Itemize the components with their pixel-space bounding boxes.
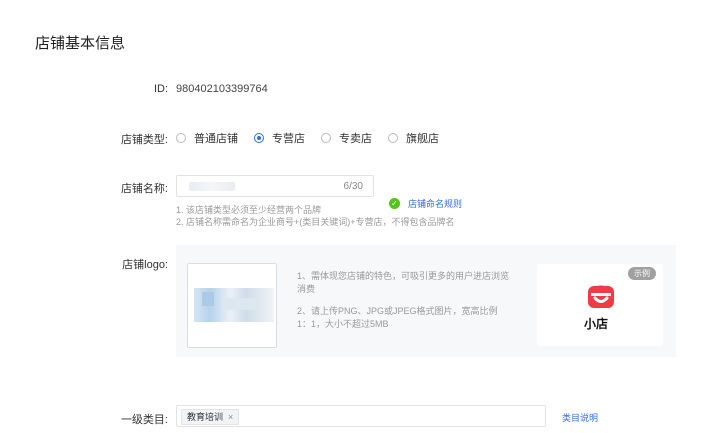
radio-specialty-store[interactable]: 专营店 [254, 130, 305, 146]
radio-circle [321, 133, 331, 143]
shop-name-input[interactable]: 6/30 [176, 175, 374, 197]
tag-close-icon[interactable]: × [228, 410, 233, 424]
id-label: ID: [153, 83, 168, 95]
radio-label: 旗舰店 [406, 133, 439, 145]
category-tag: 教育培训 × [181, 409, 240, 425]
naming-rules-text: 店铺命名规则 [408, 199, 463, 209]
radio-label: 普通店铺 [194, 133, 238, 145]
radio-label: 专营店 [272, 133, 305, 145]
shop-logo-label: 店铺logo: [122, 259, 168, 271]
uploaded-logo-preview [194, 288, 274, 322]
example-badge: 示例 [628, 267, 656, 280]
logo-upload-box[interactable] [187, 263, 277, 348]
naming-rules-link[interactable]: ✓ 店铺命名规则 [389, 197, 462, 210]
category-help-link[interactable]: 类目说明 [562, 411, 598, 424]
radio-exclusive-store[interactable]: 专卖店 [321, 130, 372, 146]
radio-label: 专卖店 [339, 133, 372, 145]
logo-desc-2: 2、请上传PNG、JPG或JPEG格式图片，宽高比例1：1，大小不超过5MB [297, 306, 498, 329]
radio-normal-store[interactable]: 普通店铺 [176, 130, 238, 146]
logo-desc-1: 1、需体现您店铺的特色，可吸引更多的用户进店浏览消费 [297, 271, 510, 294]
shop-type-radio-group: 普通店铺 专营店 专卖店 旗舰店 [176, 130, 455, 146]
page-title: 店铺基本信息 [35, 35, 126, 52]
radio-circle-checked [254, 133, 264, 143]
category-select[interactable]: 教育培训 × [176, 405, 546, 427]
char-counter: 6/30 [343, 181, 363, 192]
category-tag-label: 教育培训 [187, 412, 224, 422]
shop-name-label: 店铺名称: [120, 183, 168, 195]
shop-name-hint-2: 2. 店铺名称需命名为企业商号+(类目关键词)+专营店，不得包含品牌名 [176, 217, 455, 227]
radio-circle [388, 133, 398, 143]
check-circle-icon: ✓ [389, 198, 400, 209]
blurred-shop-name [189, 182, 235, 191]
radio-circle [176, 133, 186, 143]
shop-type-label: 店铺类型: [120, 134, 168, 146]
example-shop-name: 小店 [584, 317, 609, 331]
radio-flagship-store[interactable]: 旗舰店 [388, 130, 439, 146]
category-label: 一级类目: [120, 414, 168, 426]
shop-bag-icon [586, 280, 616, 310]
id-value: 980402103399764 [176, 83, 268, 95]
